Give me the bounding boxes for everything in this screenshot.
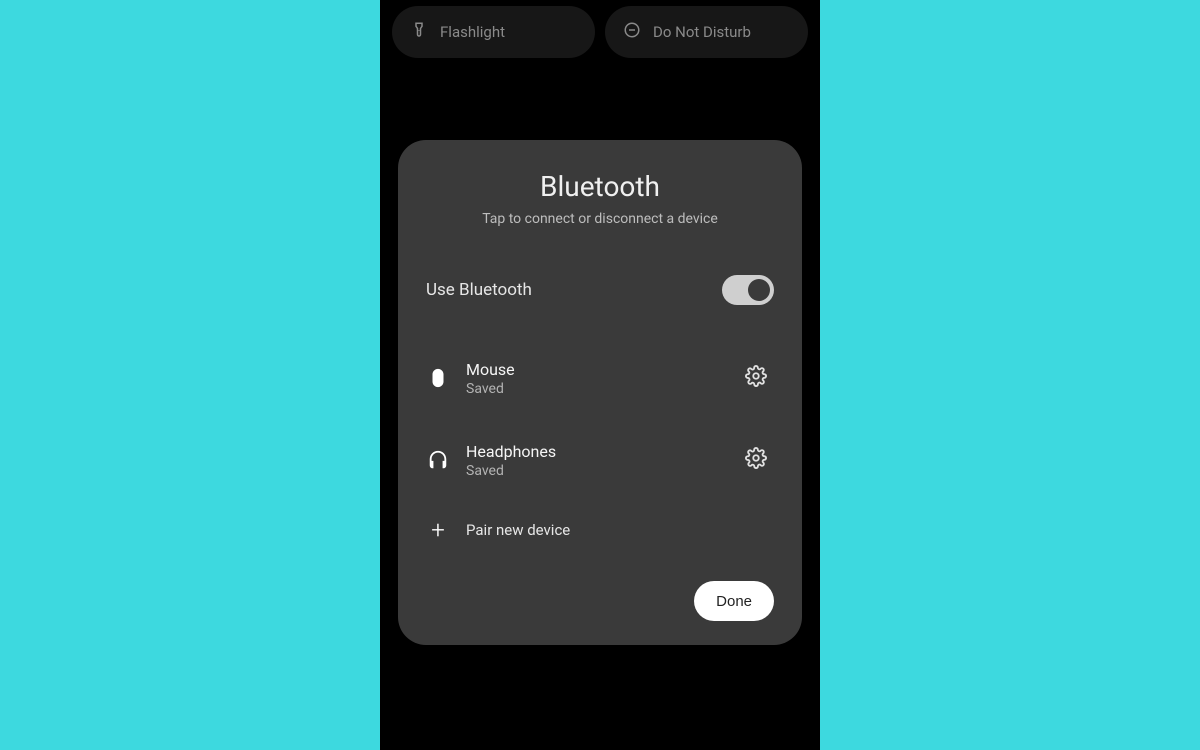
pair-new-label: Pair new device xyxy=(466,521,774,539)
device-name: Headphones xyxy=(466,442,722,461)
quick-settings-row: Flashlight Do Not Disturb xyxy=(380,6,820,58)
phone-frame: Flashlight Do Not Disturb Bluetooth Tap … xyxy=(380,0,820,750)
gear-icon xyxy=(745,365,767,391)
device-status: Saved xyxy=(466,381,722,397)
pair-new-device-row[interactable]: + Pair new device xyxy=(426,501,774,559)
done-button[interactable]: Done xyxy=(694,581,774,621)
headphones-icon xyxy=(426,449,450,471)
flashlight-icon xyxy=(410,21,428,43)
device-text: Mouse Saved xyxy=(466,360,722,397)
qs-tile-dnd[interactable]: Do Not Disturb xyxy=(605,6,808,58)
use-bluetooth-row: Use Bluetooth xyxy=(426,261,774,319)
device-row[interactable]: Headphones Saved xyxy=(426,419,774,501)
device-status: Saved xyxy=(466,463,722,479)
qs-tile-label: Flashlight xyxy=(440,23,505,41)
qs-tile-label: Do Not Disturb xyxy=(653,23,751,41)
plus-icon: + xyxy=(426,516,450,544)
device-text: Headphones Saved xyxy=(466,442,722,479)
panel-footer: Done xyxy=(426,581,774,621)
toggle-label: Use Bluetooth xyxy=(426,280,706,300)
toggle-knob xyxy=(748,279,770,301)
dnd-icon xyxy=(623,21,641,43)
device-row[interactable]: Mouse Saved xyxy=(426,337,774,419)
bluetooth-toggle[interactable] xyxy=(722,275,774,305)
gear-icon xyxy=(745,447,767,473)
qs-tile-flashlight[interactable]: Flashlight xyxy=(392,6,595,58)
mouse-icon xyxy=(426,367,450,389)
device-settings-button[interactable] xyxy=(738,442,774,478)
panel-title: Bluetooth xyxy=(426,170,774,203)
device-settings-button[interactable] xyxy=(738,360,774,396)
device-name: Mouse xyxy=(466,360,722,379)
bluetooth-panel: Bluetooth Tap to connect or disconnect a… xyxy=(398,140,802,645)
panel-subtitle: Tap to connect or disconnect a device xyxy=(426,211,774,227)
